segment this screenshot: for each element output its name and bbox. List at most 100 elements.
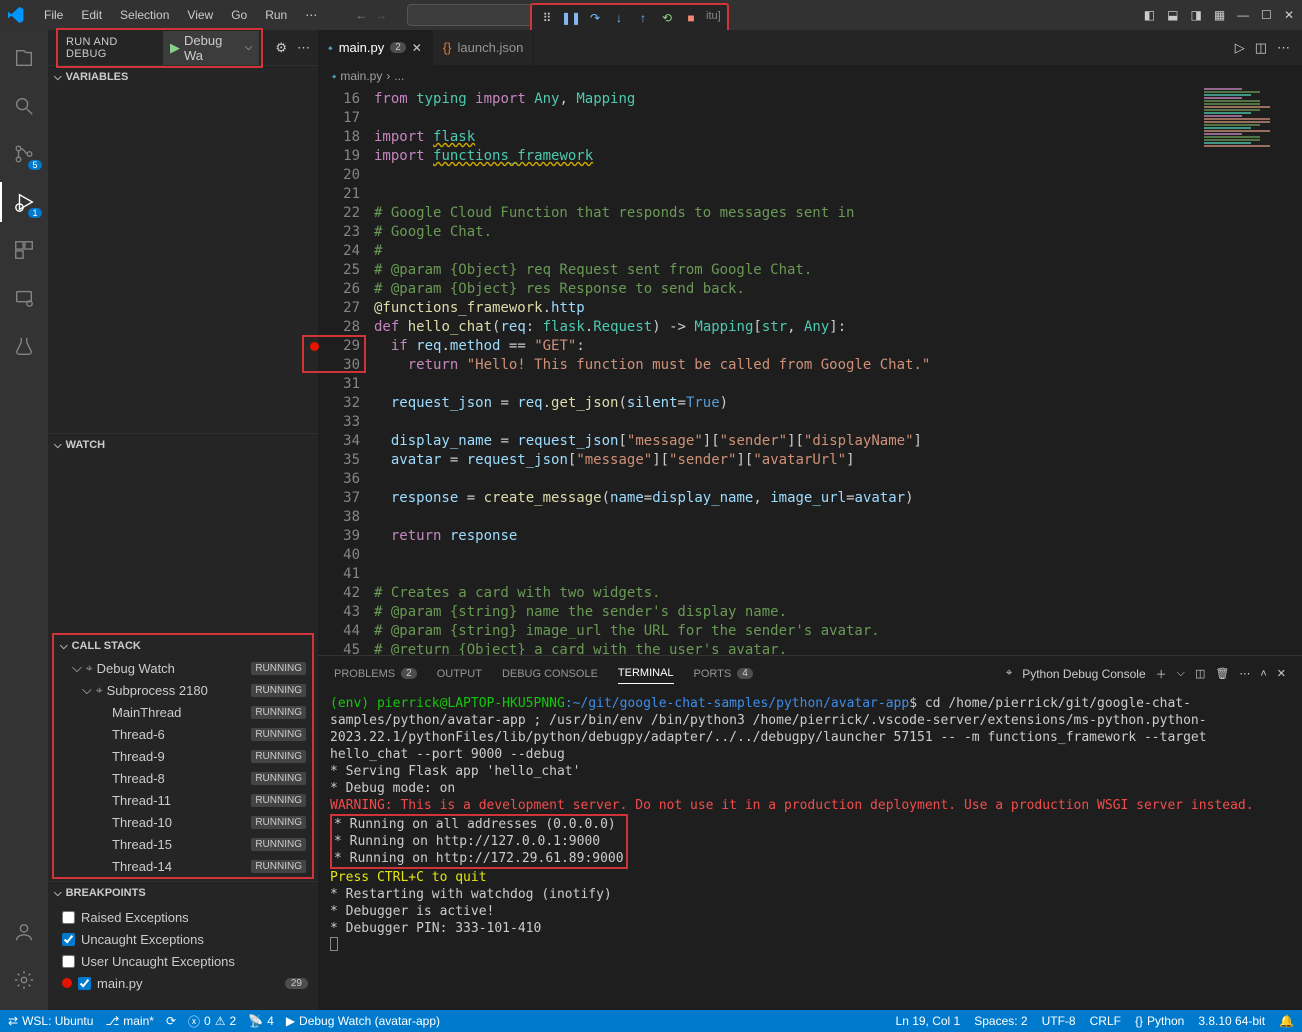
- activity-debug-icon[interactable]: 1: [0, 182, 48, 222]
- debug-step-out-icon[interactable]: ↑: [632, 7, 654, 29]
- activity-accounts-icon[interactable]: [0, 912, 48, 952]
- layout-grid-icon[interactable]: ▦: [1214, 8, 1225, 22]
- menu-overflow[interactable]: ⋯: [297, 4, 325, 26]
- debug-pause-icon[interactable]: ❚❚: [560, 7, 582, 29]
- callstack-subprocess-row[interactable]: ⌵⌖Subprocess 2180 RUNNING: [54, 679, 312, 701]
- activity-explorer-icon[interactable]: [0, 38, 48, 78]
- activity-settings-icon[interactable]: [0, 960, 48, 1000]
- run-file-icon[interactable]: ▷: [1235, 40, 1245, 56]
- bp-uncaught-exceptions[interactable]: Uncaught Exceptions: [52, 928, 314, 950]
- debug-more-icon[interactable]: ⋯: [297, 40, 310, 56]
- activity-remote-icon[interactable]: [0, 278, 48, 318]
- tab-launch-json[interactable]: {} launch.json: [433, 30, 534, 65]
- kill-terminal-icon[interactable]: 🗑: [1215, 667, 1229, 680]
- debug-start-icon[interactable]: ▶: [170, 40, 180, 56]
- activity-testing-icon[interactable]: [0, 326, 48, 366]
- debug-step-into-icon[interactable]: ↓: [608, 7, 630, 29]
- activity-scm-icon[interactable]: 5: [0, 134, 48, 174]
- status-remote[interactable]: ⇄WSL: Ubuntu: [8, 1014, 93, 1028]
- editor[interactable]: 1617181920212223242526272829303132333435…: [318, 87, 1302, 655]
- nav-forward-icon[interactable]: →: [375, 8, 387, 22]
- bp-checkbox[interactable]: [62, 955, 75, 968]
- bp-file-row[interactable]: main.py29: [52, 972, 314, 994]
- callstack-thread-row[interactable]: Thread-8RUNNING: [54, 767, 312, 789]
- status-spaces[interactable]: Spaces: 2: [974, 1014, 1027, 1028]
- status-language[interactable]: {}Python: [1135, 1014, 1184, 1028]
- more-actions-icon[interactable]: ⋯: [1277, 40, 1290, 56]
- new-terminal-icon[interactable]: ＋: [1156, 666, 1167, 682]
- bp-user-uncaught-exceptions[interactable]: User Uncaught Exceptions: [52, 950, 314, 972]
- menu-edit[interactable]: Edit: [73, 4, 110, 26]
- status-branch[interactable]: ⎇main*: [105, 1014, 154, 1028]
- close-panel-icon[interactable]: ✕: [1277, 667, 1286, 680]
- variables-section-header[interactable]: ⌵VARIABLES: [48, 66, 318, 88]
- tab-main-py[interactable]: ⬩ main.py 2 ✕: [318, 30, 433, 65]
- window-close-icon[interactable]: ✕: [1284, 8, 1294, 22]
- nav-back-icon[interactable]: ←: [355, 8, 367, 22]
- menu-selection[interactable]: Selection: [112, 4, 177, 26]
- close-icon[interactable]: ✕: [412, 41, 422, 55]
- status-python-version[interactable]: 3.8.10 64-bit: [1198, 1014, 1265, 1028]
- status-cursor[interactable]: Ln 19, Col 1: [896, 1014, 961, 1028]
- bp-checkbox[interactable]: [62, 933, 75, 946]
- status-sync[interactable]: ⟳: [166, 1014, 176, 1028]
- bp-raised-exceptions[interactable]: Raised Exceptions: [52, 906, 314, 928]
- debug-configure-gear-icon[interactable]: ⚙: [275, 40, 287, 56]
- breakpoints-section-header[interactable]: ⌵BREAKPOINTS: [48, 882, 318, 904]
- more-icon[interactable]: ⋯: [1239, 667, 1250, 680]
- chevron-right-icon: ›: [386, 69, 390, 83]
- status-ports[interactable]: 📡4: [248, 1014, 274, 1028]
- callstack-thread-row[interactable]: Thread-11RUNNING: [54, 789, 312, 811]
- status-notifications-icon[interactable]: 🔔: [1279, 1014, 1294, 1028]
- callstack-thread-row[interactable]: MainThreadRUNNING: [54, 701, 312, 723]
- breadcrumb[interactable]: ⬩ main.py › ...: [318, 65, 1302, 87]
- layout-left-icon[interactable]: ◧: [1144, 8, 1155, 22]
- code-content[interactable]: from typing import Any, Mapping import f…: [374, 87, 1302, 655]
- debug-drag-handle-icon[interactable]: ⠿: [536, 7, 558, 29]
- chevron-down-icon[interactable]: ⌵: [1177, 667, 1185, 680]
- watch-section-header[interactable]: ⌵WATCH: [48, 434, 318, 456]
- menu-go[interactable]: Go: [223, 4, 255, 26]
- window-minimize-icon[interactable]: —: [1237, 8, 1249, 22]
- bp-checkbox[interactable]: [78, 977, 91, 990]
- maximize-panel-icon[interactable]: ˄: [1260, 668, 1266, 680]
- callstack-session-row[interactable]: ⌵⌖Debug Watch RUNNING: [54, 657, 312, 679]
- activity-extensions-icon[interactable]: [0, 230, 48, 270]
- terminal-profile-label[interactable]: Python Debug Console: [1022, 667, 1145, 681]
- activity-search-icon[interactable]: [0, 86, 48, 126]
- panel-tab-debug-console[interactable]: DEBUG CONSOLE: [502, 664, 598, 684]
- menu-file[interactable]: File: [36, 4, 71, 26]
- debug-step-over-icon[interactable]: ↷: [584, 7, 606, 29]
- breakpoint-dot-icon[interactable]: [310, 342, 319, 351]
- layout-bottom-icon[interactable]: ⬓: [1167, 8, 1178, 22]
- callstack-thread-row[interactable]: Thread-10RUNNING: [54, 811, 312, 833]
- callstack-thread-row[interactable]: Thread-6RUNNING: [54, 723, 312, 745]
- debug-stop-icon[interactable]: ■: [680, 7, 702, 29]
- split-terminal-icon[interactable]: ◫: [1195, 667, 1205, 680]
- menu-view[interactable]: View: [179, 4, 221, 26]
- debug-restart-icon[interactable]: ⟲: [656, 7, 678, 29]
- window-maximize-icon[interactable]: ☐: [1261, 8, 1272, 22]
- debug-toolbar: ⠿ ❚❚ ↷ ↓ ↑ ⟲ ■ itu]: [530, 3, 729, 33]
- thread-name: MainThread: [112, 705, 181, 720]
- panel-tab-ports[interactable]: PORTS4: [694, 664, 753, 684]
- callstack-thread-row[interactable]: Thread-9RUNNING: [54, 745, 312, 767]
- menu-run[interactable]: Run: [257, 4, 295, 26]
- status-debug-session[interactable]: ▶Debug Watch (avatar-app): [286, 1014, 440, 1028]
- callstack-section-header[interactable]: ⌵CALL STACK: [54, 635, 312, 657]
- status-eol[interactable]: CRLF: [1090, 1014, 1121, 1028]
- panel-tab-problems[interactable]: PROBLEMS2: [334, 664, 417, 684]
- layout-right-icon[interactable]: ◨: [1190, 8, 1201, 22]
- panel-tab-output[interactable]: OUTPUT: [437, 664, 482, 684]
- status-problems[interactable]: ⓧ0⚠2: [188, 1013, 236, 1030]
- bp-checkbox[interactable]: [62, 911, 75, 924]
- callstack-thread-row[interactable]: Thread-14RUNNING: [54, 855, 312, 877]
- split-editor-icon[interactable]: ◫: [1255, 40, 1267, 56]
- status-encoding[interactable]: UTF-8: [1042, 1014, 1076, 1028]
- terminal-content[interactable]: (env) pierrick@LAPTOP-HKU5PNNG:~/git/goo…: [318, 691, 1302, 1010]
- debug-config-select[interactable]: ▶ Debug Wa ⌵: [163, 31, 259, 65]
- callstack-thread-row[interactable]: Thread-15RUNNING: [54, 833, 312, 855]
- line-gutter[interactable]: 1617181920212223242526272829303132333435…: [318, 87, 374, 655]
- minimap[interactable]: [1199, 87, 1294, 655]
- panel-tab-terminal[interactable]: TERMINAL: [618, 663, 674, 684]
